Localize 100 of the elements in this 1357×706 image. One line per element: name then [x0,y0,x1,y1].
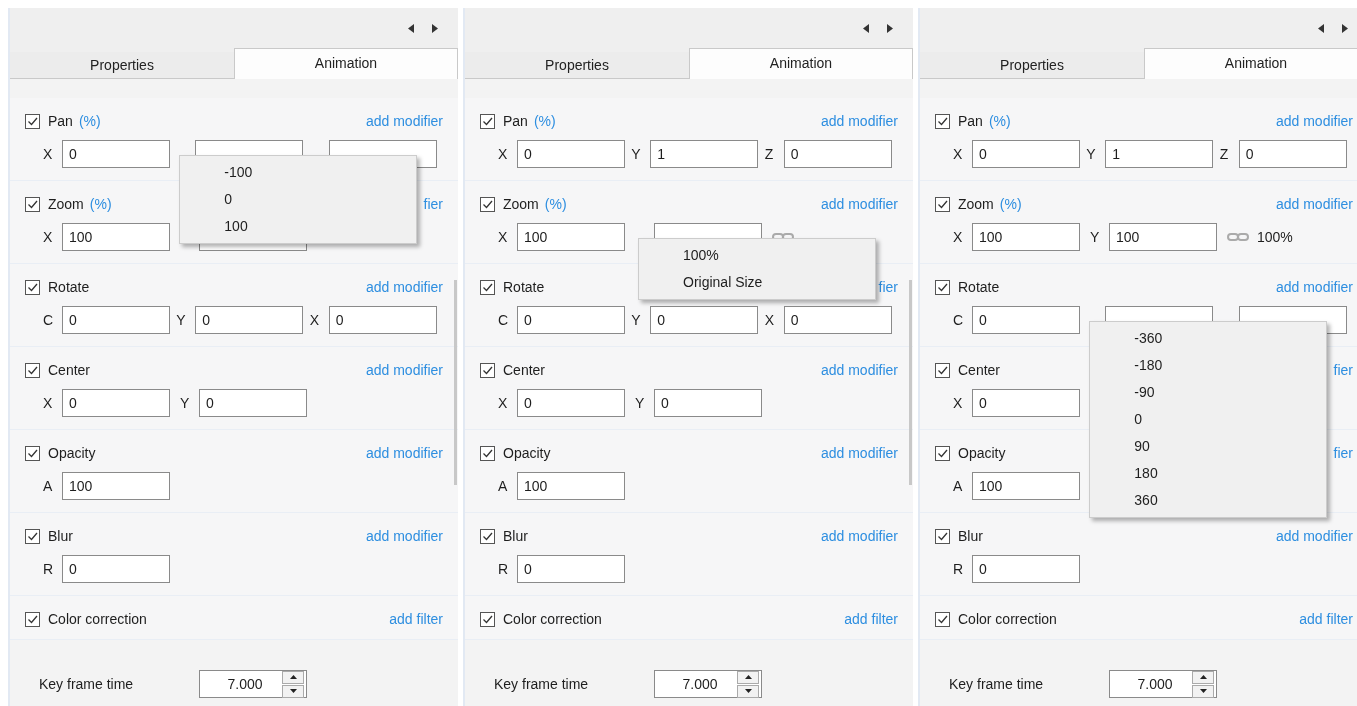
section-label: Blur [503,528,528,544]
checkbox[interactable] [480,113,495,129]
checkbox[interactable] [480,279,495,295]
menu-item[interactable]: -360 [1090,325,1327,352]
number-field[interactable]: 0 [517,140,625,168]
scroll-left-icon[interactable] [1318,23,1324,33]
axis-label: C [43,312,54,328]
scroll-right-icon[interactable] [887,23,893,33]
scroll-left-icon[interactable] [408,23,414,33]
unit-label: (%) [999,196,1022,212]
checkbox[interactable] [25,528,40,544]
scroll-right-icon[interactable] [1342,23,1348,33]
axis-label: Z [764,146,774,162]
section-label: Center [48,362,91,378]
tab[interactable]: Animation [689,48,913,79]
tab[interactable]: Animation [234,48,458,79]
menu-item[interactable]: -100 [180,159,417,186]
number-field[interactable]: 100 [62,472,170,500]
checkbox[interactable] [480,196,495,212]
number-field[interactable]: 1 [1105,140,1214,168]
checkbox[interactable] [25,445,40,461]
number-field[interactable]: 100 [62,223,170,251]
checkbox[interactable] [480,528,495,544]
number-field[interactable]: 0 [328,306,437,334]
scroll-left-icon[interactable] [863,23,869,33]
number-field[interactable]: 0 [517,306,625,334]
checkbox[interactable] [25,196,40,212]
checkbox[interactable] [25,279,40,295]
down-arrow-icon[interactable] [1199,689,1207,693]
axis-label: X [498,229,508,245]
number-field[interactable]: 0 [972,140,1080,168]
axis-label: X [498,395,508,411]
number-field[interactable]: 100 [517,472,625,500]
section-label: Center [503,362,546,378]
number-field[interactable]: 100 [517,223,625,251]
spinbox-field[interactable]: 7.000 [199,670,307,698]
number-field[interactable]: 0 [199,389,307,417]
axis-label: A [43,478,53,494]
scrollbar-thumb[interactable] [909,280,912,485]
axis-label: X [43,395,53,411]
checkbox[interactable] [480,445,495,461]
menu-item[interactable]: 90 [1090,433,1327,460]
number-field[interactable]: 100 [1109,223,1217,251]
number-field[interactable]: 100 [972,223,1080,251]
up-arrow-icon[interactable] [744,675,752,679]
number-field[interactable]: 0 [195,306,304,334]
menu-item[interactable]: 0 [1090,406,1327,433]
menu-item[interactable]: 100% [639,242,875,269]
scrollbar-thumb[interactable] [454,280,457,485]
menu-item[interactable]: 180 [1090,460,1327,487]
checkbox[interactable] [935,113,950,129]
menu-item[interactable]: -180 [1090,352,1327,379]
number-field[interactable]: 0 [62,555,170,583]
up-arrow-icon[interactable] [1199,675,1207,679]
key-frame-label: Key frame time [949,676,1045,692]
checkbox[interactable] [935,362,950,378]
scroll-right-icon[interactable] [432,23,438,33]
section-label: Zoom [958,196,994,212]
checkbox[interactable] [935,196,950,212]
menu-item[interactable]: -90 [1090,379,1327,406]
checkbox[interactable] [935,445,950,461]
menu-item[interactable]: 0 [180,186,417,213]
checkbox[interactable] [935,528,950,544]
checkbox[interactable] [935,611,950,627]
menu-item[interactable]: 100 [180,213,417,240]
number-field[interactable]: 0 [62,389,170,417]
number-field[interactable]: 100 [972,472,1080,500]
number-field[interactable]: 0 [62,140,170,168]
menu-item[interactable]: Original Size [639,269,875,296]
number-field[interactable]: 0 [783,306,892,334]
spinbox-field[interactable]: 7.000 [1109,670,1217,698]
section-label: Pan [48,113,73,129]
axis-label: Y [631,146,641,162]
number-field[interactable]: 0 [783,140,892,168]
checkbox[interactable] [935,279,950,295]
number-field[interactable]: 0 [62,306,170,334]
number-field[interactable]: 0 [650,306,759,334]
section-label: Blur [48,528,73,544]
number-field[interactable]: 0 [517,389,625,417]
number-field[interactable]: 0 [972,306,1080,334]
spinbox-field[interactable]: 7.000 [654,670,762,698]
up-arrow-icon[interactable] [289,675,297,679]
checkbox[interactable] [25,362,40,378]
checkbox[interactable] [480,611,495,627]
key-frame-label: Key frame time [39,676,135,692]
number-field[interactable]: 0 [972,389,1080,417]
number-field[interactable]: 1 [650,140,759,168]
number-field[interactable]: 0 [1238,140,1347,168]
down-arrow-icon[interactable] [744,689,752,693]
checkbox[interactable] [25,611,40,627]
tab[interactable]: Animation [1144,48,1357,79]
number-field[interactable]: 0 [654,389,762,417]
checkbox[interactable] [25,113,40,129]
down-arrow-icon[interactable] [289,689,297,693]
section-label: Color correction [48,611,147,627]
number-field[interactable]: 0 [517,555,625,583]
axis-label: X [43,229,53,245]
number-field[interactable]: 0 [972,555,1080,583]
menu-item[interactable]: 360 [1090,487,1327,514]
checkbox[interactable] [480,362,495,378]
